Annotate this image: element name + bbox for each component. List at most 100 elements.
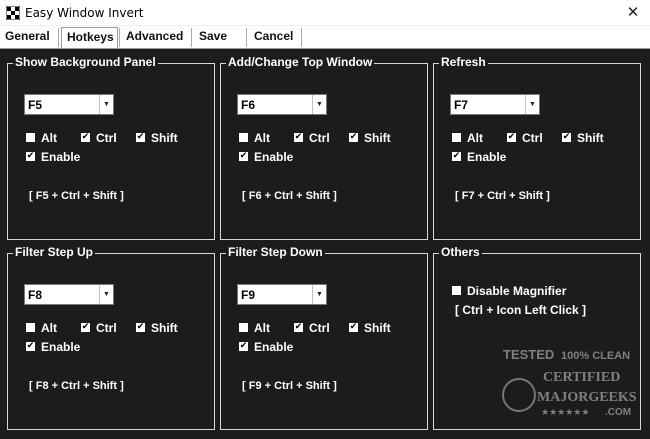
- checkbox-box: [26, 323, 35, 332]
- group-show-background-panel: Show Background Panel F5 ▼ Alt ✔ Ctrl ✔ …: [7, 55, 215, 240]
- tab-divider: [246, 28, 247, 47]
- check-icon: ✔: [136, 131, 145, 141]
- group-title: Refresh: [439, 55, 488, 69]
- watermark-text: 100% CLEAN: [561, 350, 630, 362]
- checkbox-box: [239, 323, 248, 332]
- hotkey-select[interactable]: F9 ▼: [237, 284, 327, 305]
- checkbox-box: ✔: [562, 131, 571, 142]
- close-window-button[interactable]: ✕: [616, 0, 650, 26]
- checkbox-label: Alt: [254, 131, 270, 145]
- group-filter-step-up: Filter Step Up F8 ▼ Alt ✔ Ctrl ✔ Shift ✔…: [7, 245, 215, 430]
- check-icon: ✔: [294, 321, 303, 331]
- checkbox-box: ✔: [349, 321, 358, 332]
- title-bar: Easy Window Invert ✕: [0, 0, 650, 26]
- tab-bar: General Hotkeys Advanced Save Cancel: [0, 26, 650, 48]
- check-icon: ✔: [26, 340, 35, 350]
- checkbox-box: [26, 133, 35, 142]
- checkbox-box: ✔: [349, 131, 358, 142]
- checkbox-box: ✔: [26, 150, 35, 161]
- group-title: Filter Step Down: [226, 245, 325, 259]
- checkbox-label: Disable Magnifier: [467, 284, 567, 298]
- hotkey-select-value: F7: [454, 98, 469, 112]
- checkbox-label: Alt: [41, 321, 57, 335]
- checkbox-box: ✔: [81, 131, 90, 142]
- tab-save[interactable]: Save: [194, 27, 244, 48]
- checkbox-label: Ctrl: [522, 131, 543, 145]
- checkbox-box: ✔: [81, 321, 90, 332]
- watermark-text: TESTED: [503, 347, 554, 362]
- watermark-text: ★★★★★★: [541, 407, 589, 417]
- tab-general[interactable]: General: [0, 27, 57, 48]
- check-icon: ✔: [136, 321, 145, 331]
- check-icon: ✔: [507, 131, 516, 141]
- check-icon: ✔: [562, 131, 571, 141]
- hotkey-combination: [ F6 + Ctrl + Shift ]: [242, 190, 337, 202]
- hotkey-combination: [ F5 + Ctrl + Shift ]: [29, 190, 124, 202]
- hotkey-combination: [ F8 + Ctrl + Shift ]: [29, 380, 124, 392]
- checkbox-label: Shift: [151, 321, 178, 335]
- hotkey-select-value: F8: [28, 288, 43, 302]
- hotkey-select-value: F9: [241, 288, 256, 302]
- checkbox-label: Shift: [151, 131, 178, 145]
- hotkey-select-value: F5: [28, 98, 43, 112]
- group-title: Filter Step Up: [13, 245, 96, 259]
- tab-advanced[interactable]: Advanced: [121, 27, 191, 48]
- checkbox-label: Enable: [467, 150, 507, 164]
- checkbox-label: Shift: [577, 131, 604, 145]
- group-title: Others: [439, 245, 482, 259]
- watermark-text: .COM: [605, 407, 631, 418]
- chevron-down-icon: ▼: [312, 95, 326, 114]
- checkbox-label: Ctrl: [309, 131, 330, 145]
- checkbox-box: ✔: [507, 131, 516, 142]
- check-icon: ✔: [349, 321, 358, 331]
- checkbox-box: [452, 286, 461, 295]
- checkbox-box: [452, 133, 461, 142]
- tab-cancel[interactable]: Cancel: [249, 27, 301, 48]
- tab-divider: [58, 28, 59, 47]
- checkbox-box: ✔: [136, 131, 145, 142]
- checkbox-box: ✔: [239, 340, 248, 351]
- checkbox-label: Enable: [254, 340, 294, 354]
- hotkey-select[interactable]: F8 ▼: [24, 284, 114, 305]
- checkbox-label: Ctrl: [309, 321, 330, 335]
- hotkey-select[interactable]: F5 ▼: [24, 94, 114, 115]
- checkbox-box: [239, 133, 248, 142]
- group-add-change-top-window: Add/Change Top Window F6 ▼ Alt ✔ Ctrl ✔ …: [220, 55, 428, 240]
- checkbox-box: ✔: [294, 131, 303, 142]
- window-title: Easy Window Invert: [25, 6, 144, 20]
- hotkey-select[interactable]: F6 ▼: [237, 94, 327, 115]
- checkbox-label: Alt: [254, 321, 270, 335]
- group-refresh: Refresh F7 ▼ Alt ✔ Ctrl ✔ Shift ✔ Enable…: [433, 55, 641, 240]
- checkbox-box: ✔: [26, 340, 35, 351]
- check-icon: ✔: [81, 321, 90, 331]
- tab-divider: [191, 28, 192, 47]
- check-icon: ✔: [239, 340, 248, 350]
- group-title: Add/Change Top Window: [226, 55, 375, 69]
- checkbox-box: ✔: [136, 321, 145, 332]
- hotkey-combination: [ F7 + Ctrl + Shift ]: [455, 190, 550, 202]
- magnifier-hint: [ Ctrl + Icon Left Click ]: [455, 303, 587, 317]
- checkbox-label: Enable: [254, 150, 294, 164]
- group-filter-step-down: Filter Step Down F9 ▼ Alt ✔ Ctrl ✔ Shift…: [220, 245, 428, 430]
- close-icon: ✕: [626, 4, 640, 21]
- hotkey-select[interactable]: F7 ▼: [450, 94, 540, 115]
- watermark-text: MAJORGEEKS: [537, 390, 637, 405]
- group-title: Show Background Panel: [13, 55, 158, 69]
- chevron-down-icon: ▼: [99, 285, 113, 304]
- checkbox-label: Enable: [41, 150, 81, 164]
- tab-hotkeys[interactable]: Hotkeys: [61, 27, 118, 48]
- majorgeeks-watermark-stamp: TESTED 100% CLEAN CERTIFIED MAJORGEEKS ★…: [502, 347, 637, 418]
- check-icon: ✔: [452, 150, 461, 160]
- tab-divider: [301, 28, 302, 47]
- watermark-text: CERTIFIED: [543, 370, 620, 385]
- checkbox-label: Alt: [41, 131, 57, 145]
- checkbox-label: Ctrl: [96, 321, 117, 335]
- app-checker-icon: [6, 6, 20, 20]
- hotkey-select-value: F6: [241, 98, 256, 112]
- checkbox-label: Shift: [364, 131, 391, 145]
- checkbox-label: Shift: [364, 321, 391, 335]
- checkbox-label: Ctrl: [96, 131, 117, 145]
- check-icon: ✔: [26, 150, 35, 160]
- checkbox-box: ✔: [239, 150, 248, 161]
- tab-divider: [119, 28, 120, 47]
